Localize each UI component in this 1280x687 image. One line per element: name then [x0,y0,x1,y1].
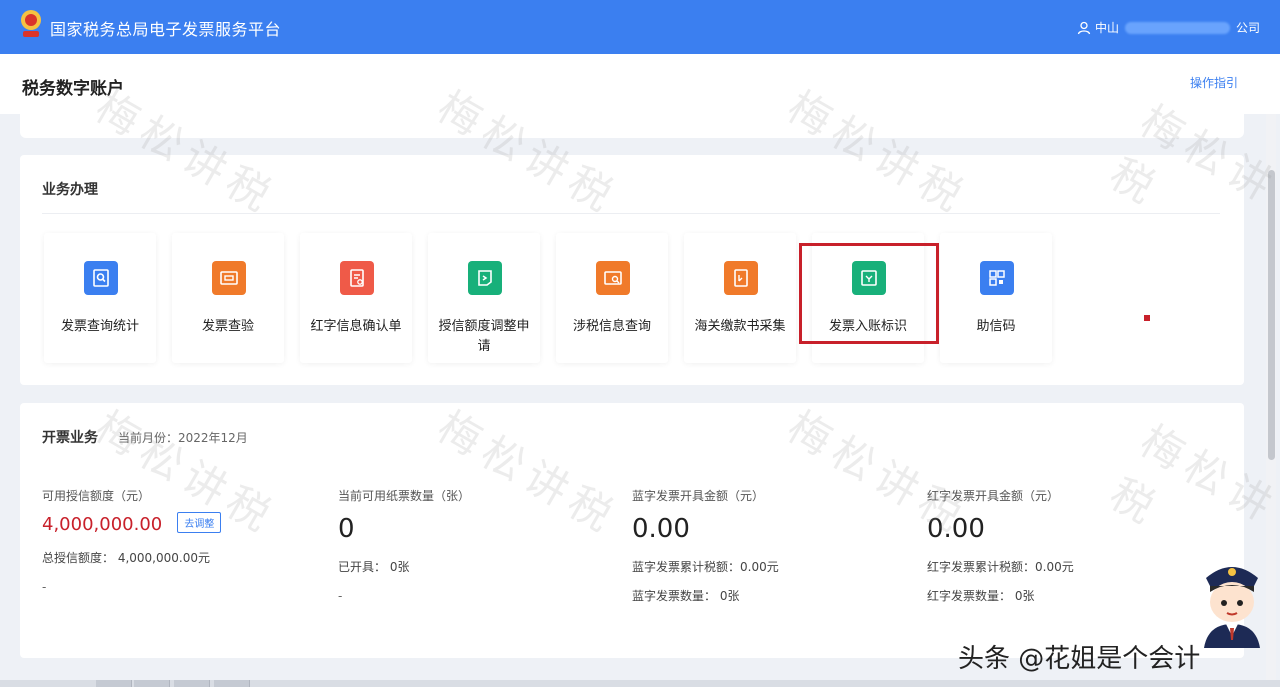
source-tag: 头条 @花姐是个会计 [958,644,1201,674]
credit-adjust-icon [468,261,502,295]
top-bar: 国家税务总局电子发票服务平台 中山 公司 [0,0,1280,54]
notice-panel [20,100,1244,138]
red-letter-icon [340,261,374,295]
taskbar-tab[interactable] [174,680,210,687]
total-credit: 总授信额度： 4,000,000.00元 [42,551,210,565]
tile-customs-doc[interactable]: 海关缴款书采集 [684,233,796,363]
paper-metric: 当前可用纸票数量（张） 0 已开具： 0张 - [338,487,618,603]
invoicing-panel: 开票业务 当前月份：2022年12月 可用授信额度（元） 4,000,000.0… [20,403,1244,658]
red-tax: 红字发票累计税额：0.00元 [927,560,1074,574]
qr-code-icon [980,261,1014,295]
tile-qr-code[interactable]: 助信码 [940,233,1052,363]
tile-label: 发票查验 [201,319,254,334]
tax-info-icon [596,261,630,295]
paper-issued: 已开具： 0张 [338,560,410,574]
highlight-box [799,243,939,344]
paper-label: 当前可用纸票数量（张） [338,489,471,503]
adjust-button[interactable]: 去调整 [177,512,222,533]
business-title: 业务办理 [42,182,98,198]
page-title: 税务数字账户 [22,79,124,99]
tile-tax-info[interactable]: 涉税信息查询 [556,233,668,363]
tile-red-letter[interactable]: 红字信息确认单 [300,233,412,363]
tile-label: 涉税信息查询 [572,319,651,334]
user-name-redacted [1124,21,1230,34]
credit-label: 可用授信额度（元） [42,489,151,503]
user-suffix: 公司 [1235,21,1260,35]
tax-emblem-icon [21,10,41,37]
tile-label: 红字信息确认单 [310,319,402,334]
taskbar-tab[interactable] [96,680,132,687]
blue-value: 0.00 [632,514,690,544]
divider [42,213,1220,214]
help-link[interactable]: 操作指引 [1190,74,1238,91]
scrollbar-thumb[interactable] [1268,170,1275,460]
red-value: 0.00 [927,514,985,544]
red-metric: 红字发票开具金额（元） 0.00 红字发票累计税额：0.00元 红字发票数量： … [927,487,1207,604]
invoice-verify-icon [212,261,246,295]
user-icon [1077,21,1091,34]
paper-dash: - [338,589,343,603]
red-marker [1144,315,1150,321]
taskbar-tab[interactable] [134,680,170,687]
tile-label: 助信码 [976,319,1016,334]
tile-label: 海关缴款书采集 [694,319,786,334]
customs-doc-icon [724,261,758,295]
red-count: 红字发票数量： 0张 [927,589,1035,603]
taskbar-tab[interactable] [214,680,250,687]
user-prefix: 中山 [1094,21,1119,35]
blue-label: 蓝字发票开具金额（元） [632,489,765,503]
tile-label: 发票查询统计 [60,319,139,334]
user-menu[interactable]: 中山 公司 [1077,19,1260,36]
tile-label: 授信额度调整申请 [438,319,530,354]
invoice-search-icon [84,261,118,295]
taskbar-strip [0,680,1280,687]
invoicing-title: 开票业务 [42,430,98,446]
tile-invoice-verify[interactable]: 发票查验 [172,233,284,363]
blue-tax: 蓝字发票累计税额：0.00元 [632,560,779,574]
tax-officer-avatar-icon [1204,567,1260,648]
paper-value: 0 [338,514,355,544]
credit-metric: 可用授信额度（元） 4,000,000.00 去调整 总授信额度： 4,000,… [42,487,322,594]
credit-value: 4,000,000.00 [42,514,163,535]
blue-count: 蓝字发票数量： 0张 [632,589,740,603]
business-panel: 业务办理 发票查询统计 发票查验 红字信息确认单 授信额度调整申请 涉税信息查询 [20,155,1244,385]
tile-credit-adjust[interactable]: 授信额度调整申请 [428,233,540,363]
current-period: 当前月份：2022年12月 [118,431,248,445]
blue-metric: 蓝字发票开具金额（元） 0.00 蓝字发票累计税额：0.00元 蓝字发票数量： … [632,487,912,604]
credit-dash: - [42,580,47,594]
tile-invoice-query[interactable]: 发票查询统计 [44,233,156,363]
red-label: 红字发票开具金额（元） [927,489,1060,503]
app-title: 国家税务总局电子发票服务平台 [50,20,282,39]
